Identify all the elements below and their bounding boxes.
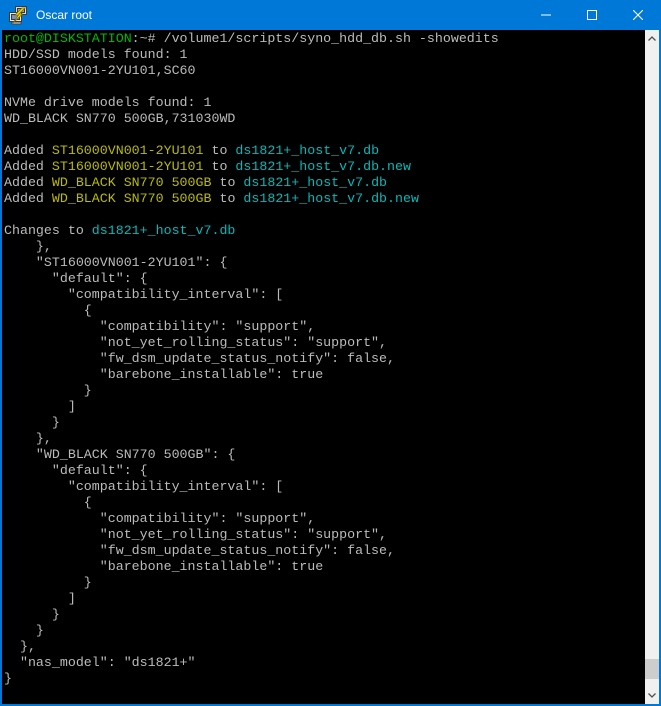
scrollbar[interactable] [645,30,659,704]
terminal-line: "barebone_installable": true [4,559,645,575]
putty-window: Oscar root root@DISKSTATION:~# /volume1 [0,0,661,706]
maximize-button[interactable] [569,0,615,30]
terminal-line: HDD/SSD models found: 1 [4,47,645,63]
window-title: Oscar root [36,8,523,22]
terminal-line: Added ST16000VN001-2YU101 to ds1821+_hos… [4,159,645,175]
chevron-down-icon [648,693,656,698]
terminal-line: "barebone_installable": true [4,367,645,383]
window-body: root@DISKSTATION:~# /volume1/scripts/syn… [0,30,661,706]
minimize-button[interactable] [523,0,569,30]
putty-icon [8,5,28,25]
terminal-line: "not_yet_rolling_status": "support", [4,335,645,351]
caption-buttons [523,0,661,30]
terminal-line: }, [4,431,645,447]
close-button[interactable] [615,0,661,30]
terminal-line: Added ST16000VN001-2YU101 to ds1821+_hos… [4,143,645,159]
scrollbar-thumb[interactable] [645,659,659,679]
terminal-line: } [4,575,645,591]
terminal-line: } [4,671,645,687]
titlebar[interactable]: Oscar root [0,0,661,30]
terminal-output[interactable]: root@DISKSTATION:~# /volume1/scripts/syn… [2,30,645,704]
terminal-line: "not_yet_rolling_status": "support", [4,527,645,543]
terminal-line: "default": { [4,271,645,287]
terminal-line: NVMe drive models found: 1 [4,95,645,111]
terminal-line: Changes to ds1821+_host_v7.db [4,223,645,239]
close-icon [633,10,643,20]
terminal-line: "compatibility_interval": [ [4,479,645,495]
terminal-line: Added WD_BLACK SN770 500GB to ds1821+_ho… [4,175,645,191]
terminal-line: "WD_BLACK SN770 500GB": { [4,447,645,463]
terminal-line: root@DISKSTATION:~# /volume1/scripts/syn… [4,31,645,47]
terminal-line [4,207,645,223]
terminal-line: } [4,415,645,431]
terminal-line: "nas_model": "ds1821+" [4,655,645,671]
terminal-line: { [4,303,645,319]
terminal-line: "ST16000VN001-2YU101": { [4,255,645,271]
terminal-line: "compatibility": "support", [4,511,645,527]
maximize-icon [587,10,597,20]
terminal-line [4,127,645,143]
terminal-line: "default": { [4,463,645,479]
terminal-line: "compatibility_interval": [ [4,287,645,303]
terminal-line: }, [4,239,645,255]
minimize-icon [541,10,551,20]
terminal-line: "fw_dsm_update_status_notify": false, [4,351,645,367]
terminal-line: ] [4,399,645,415]
terminal-line [4,79,645,95]
scroll-up-button[interactable] [645,30,659,47]
chevron-up-icon [648,36,656,41]
terminal-line: ST16000VN001-2YU101,SC60 [4,63,645,79]
scrollbar-track[interactable] [645,47,659,687]
terminal-line: WD_BLACK SN770 500GB,731030WD [4,111,645,127]
terminal-line: Added WD_BLACK SN770 500GB to ds1821+_ho… [4,191,645,207]
terminal-line: "compatibility": "support", [4,319,645,335]
terminal-line: "fw_dsm_update_status_notify": false, [4,543,645,559]
scroll-down-button[interactable] [645,687,659,704]
terminal-line: } [4,607,645,623]
terminal-line: }, [4,639,645,655]
terminal-line: { [4,495,645,511]
terminal-line: } [4,623,645,639]
terminal-line: } [4,383,645,399]
terminal-line: ] [4,591,645,607]
